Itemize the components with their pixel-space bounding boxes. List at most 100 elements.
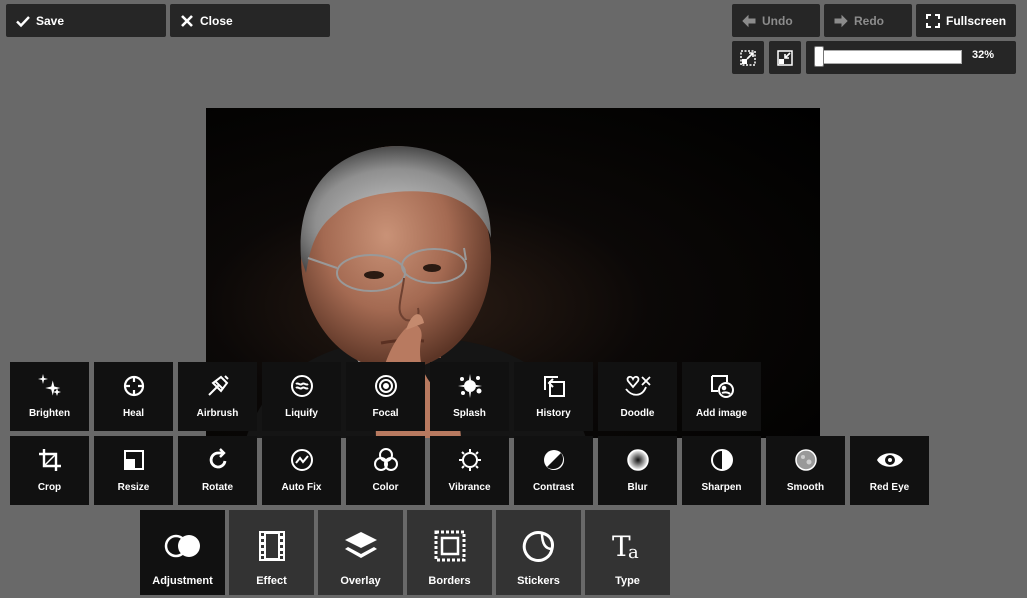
close-button[interactable]: Close [170,4,330,37]
category-label: Adjustment [152,575,213,587]
tool-sharpen-button[interactable]: Sharpen [682,436,761,505]
zoom-value: 32% [971,49,994,61]
fullscreen-label: Fullscreen [946,13,1007,28]
tool-label: History [536,408,571,419]
tool-label: Brighten [28,408,71,419]
category-label: Type [615,575,640,587]
layers-icon [342,528,380,564]
tool-label: Focal [372,408,399,419]
tool-resize-button[interactable]: Resize [94,436,173,505]
zoom-slider-track[interactable] [814,50,962,64]
tool-label: Rotate [201,482,234,493]
category-effect-tab[interactable]: Effect [229,510,314,595]
fullscreen-button[interactable]: Fullscreen [916,4,1016,37]
splash-icon [456,372,484,400]
zoom-slider-thumb[interactable] [814,46,824,67]
arrow-left-icon [742,14,756,28]
tool-label: Vibrance [448,482,491,493]
tool-history-button[interactable]: History [514,362,593,431]
tool-label: Blur [627,482,648,493]
tool-label: Auto Fix [281,482,322,493]
eye-icon [876,446,904,474]
tool-red-eye-button[interactable]: Red Eye [850,436,929,505]
zoom-out-button[interactable] [769,41,801,74]
tool-blur-button[interactable]: Blur [598,436,677,505]
tool-auto-fix-button[interactable]: Auto Fix [262,436,341,505]
focal-target-icon [372,372,400,400]
tool-splash-button[interactable]: Splash [430,362,509,431]
category-overlay-tab[interactable]: Overlay [318,510,403,595]
category-label: Effect [256,575,287,587]
svg-text:a: a [628,542,639,563]
blur-icon [624,446,652,474]
category-adjustment-tab[interactable]: Adjustment [140,510,225,595]
tool-color-button[interactable]: Color [346,436,425,505]
tool-label: Heal [122,408,145,419]
tool-label: Splash [453,408,486,419]
tool-label: Red Eye [869,482,910,493]
tool-label: Airbrush [196,408,239,419]
adjustment-icon [164,528,202,564]
tool-label: Smooth [786,482,825,493]
category-borders-tab[interactable]: Borders [407,510,492,595]
category-stickers-tab[interactable]: Stickers [496,510,581,595]
history-icon [540,372,568,400]
tool-add-image-button[interactable]: Add image [682,362,761,431]
zoom-in-button[interactable] [732,41,764,74]
doodle-icon [624,372,652,400]
undo-label: Undo [762,13,793,28]
heal-icon [120,372,148,400]
sparkles-icon [36,372,64,400]
category-label: Borders [428,575,471,587]
fullscreen-icon [926,13,940,28]
liquify-icon [288,372,316,400]
add-image-icon [708,372,736,400]
save-button[interactable]: Save [6,4,166,37]
tool-liquify-button[interactable]: Liquify [262,362,341,431]
rotate-icon [204,446,232,474]
zoom-panel: 32% [806,41,1016,74]
tool-label: Liquify [285,408,318,419]
resize-icon [120,446,148,474]
checkmark-icon [16,14,30,28]
vibrance-icon [456,446,484,474]
redo-button[interactable]: Redo [824,4,912,37]
tool-label: Contrast [532,482,575,493]
category-label: Overlay [340,575,381,587]
film-icon [253,528,291,564]
tool-crop-button[interactable]: Crop [10,436,89,505]
arrow-right-icon [834,14,848,28]
airbrush-icon [204,372,232,400]
sticker-icon [520,528,558,564]
category-label: Stickers [517,575,560,587]
tool-brighten-button[interactable]: Brighten [10,362,89,431]
auto-fix-icon [288,446,316,474]
tool-focal-button[interactable]: Focal [346,362,425,431]
undo-button[interactable]: Undo [732,4,820,37]
smooth-icon [792,446,820,474]
tool-doodle-button[interactable]: Doodle [598,362,677,431]
tool-label: Sharpen [701,482,742,493]
expand-icon [740,49,756,66]
tool-airbrush-button[interactable]: Airbrush [178,362,257,431]
type-icon: Ta [609,528,647,564]
tool-smooth-button[interactable]: Smooth [766,436,845,505]
tool-vibrance-button[interactable]: Vibrance [430,436,509,505]
tool-heal-button[interactable]: Heal [94,362,173,431]
close-label: Close [200,13,233,28]
tool-label: Crop [37,482,62,493]
tool-label: Doodle [620,408,655,419]
redo-label: Redo [854,13,884,28]
tool-label: Color [372,482,399,493]
tool-rotate-button[interactable]: Rotate [178,436,257,505]
save-label: Save [36,13,65,28]
shrink-icon [777,49,793,66]
sharpen-icon [708,446,736,474]
category-type-tab[interactable]: Ta Type [585,510,670,595]
tool-label: Resize [117,482,150,493]
border-frame-icon [431,528,469,564]
tool-contrast-button[interactable]: Contrast [514,436,593,505]
contrast-icon [540,446,568,474]
tool-label: Add image [695,408,748,419]
color-circles-icon [372,446,400,474]
